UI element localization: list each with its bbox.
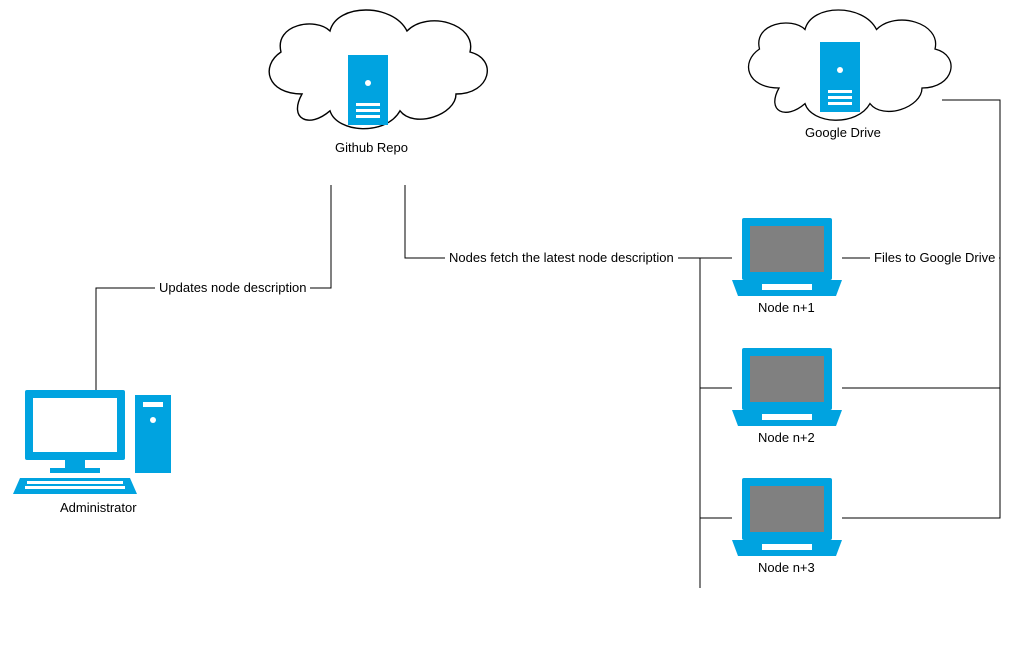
laptop-node-2 — [732, 348, 842, 426]
label-node-1: Node n+1 — [758, 300, 815, 315]
edge-repo-to-nodes — [405, 185, 732, 588]
label-administrator: Administrator — [60, 500, 137, 515]
edge-nodes-to-drive — [842, 100, 1000, 518]
laptop-node-1 — [732, 218, 842, 296]
edge-label-repo-nodes: Nodes fetch the latest node description — [445, 250, 678, 265]
laptop-node-3 — [732, 478, 842, 556]
edge-label-nodes-drive: Files to Google Drive — [870, 250, 999, 265]
label-github-repo: Github Repo — [335, 140, 408, 155]
server-icon-gdrive — [820, 42, 860, 112]
label-google-drive: Google Drive — [805, 125, 881, 140]
label-node-2: Node n+2 — [758, 430, 815, 445]
workstation-administrator — [13, 390, 171, 494]
server-icon-github — [348, 55, 388, 125]
edge-label-admin-repo: Updates node description — [155, 280, 310, 295]
label-node-3: Node n+3 — [758, 560, 815, 575]
